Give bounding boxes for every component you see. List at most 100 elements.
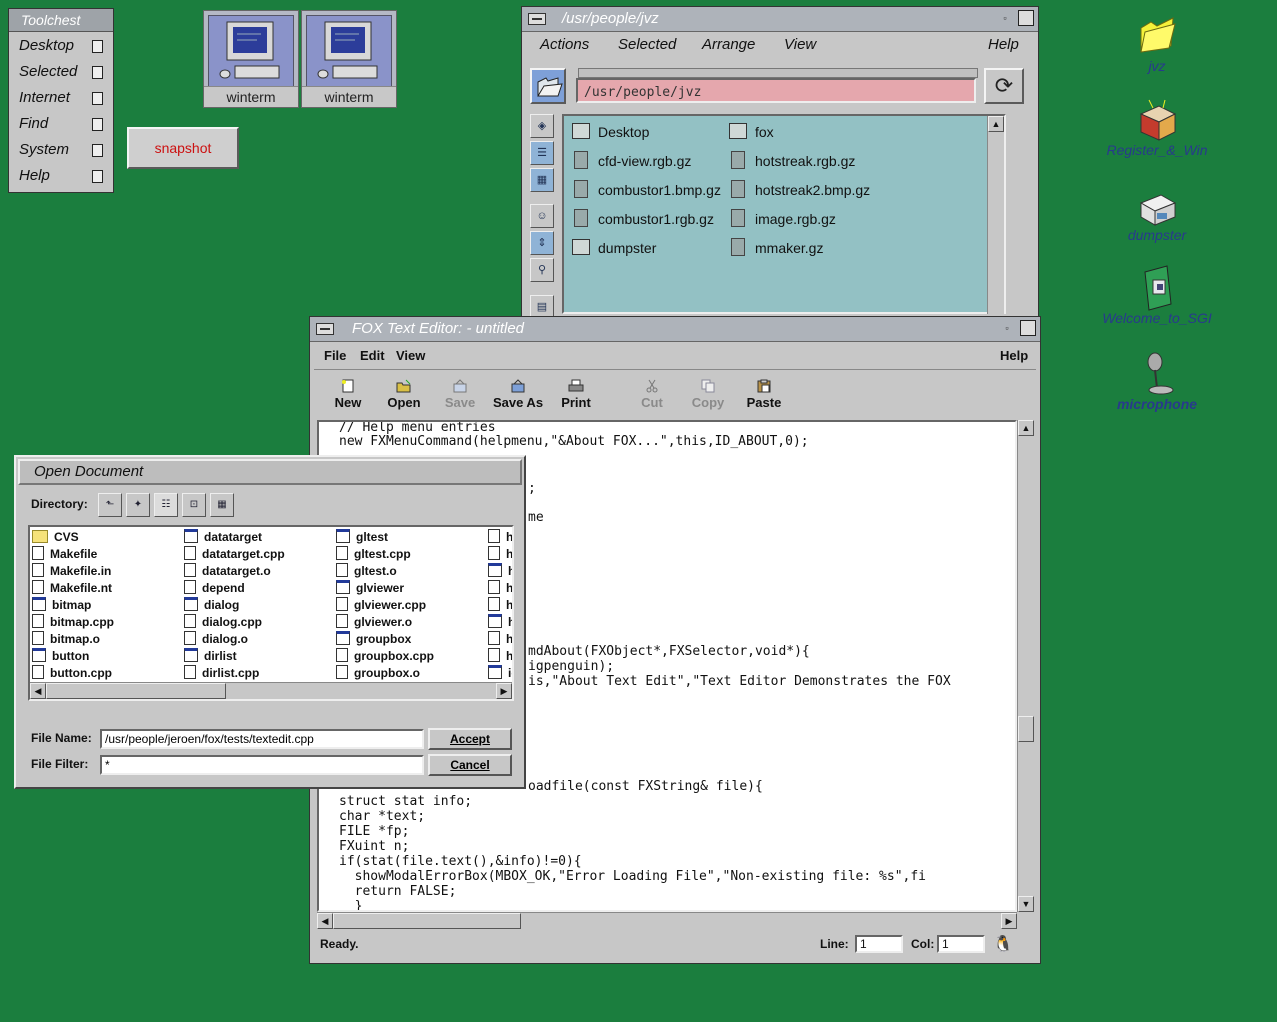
print-button[interactable]: Print: [548, 379, 604, 410]
menu-actions[interactable]: Actions: [540, 36, 589, 53]
scroll-left-icon[interactable]: ◀: [317, 913, 333, 929]
menu-view[interactable]: View: [396, 348, 425, 363]
scroll-up-icon[interactable]: ▲: [1018, 420, 1034, 436]
file-item[interactable]: gltest.cpp: [336, 546, 411, 563]
file-item[interactable]: he: [488, 529, 512, 546]
file-item[interactable]: he: [488, 648, 512, 665]
desktop-icon-dumpster[interactable]: dumpster: [1097, 181, 1217, 243]
file-item[interactable]: bitmap: [32, 597, 91, 614]
file-item[interactable]: dirlist: [184, 648, 237, 665]
winterm-launcher[interactable]: winterm: [301, 10, 397, 108]
file-item[interactable]: CVS: [32, 529, 79, 546]
minimize-icon[interactable]: ▫: [1000, 321, 1014, 335]
file-item[interactable]: button: [32, 648, 89, 665]
file-item[interactable]: mmaker.gz: [731, 238, 823, 258]
folder-up-icon[interactable]: ⬑: [98, 493, 122, 517]
cut-button[interactable]: Cut: [624, 379, 680, 410]
file-item[interactable]: gltest: [336, 529, 388, 546]
view-icon[interactable]: ◈: [530, 114, 554, 138]
file-item[interactable]: fox: [729, 122, 774, 142]
file-item[interactable]: gltest.o: [336, 563, 397, 580]
file-item[interactable]: combustor1.rgb.gz: [574, 209, 714, 229]
zoom-icon[interactable]: ⚲: [530, 258, 554, 282]
menu-help[interactable]: Help: [988, 36, 1019, 53]
file-item[interactable]: groupbox.cpp: [336, 648, 434, 665]
file-item[interactable]: datatarget: [184, 529, 262, 546]
menu-help[interactable]: Help: [1000, 348, 1028, 363]
toolchest-item-selected[interactable]: Selected: [11, 60, 111, 84]
line-field[interactable]: 1: [855, 935, 903, 953]
file-item[interactable]: ic: [488, 665, 512, 682]
horizontal-scrollbar[interactable]: ◀ ▶: [317, 912, 1017, 929]
file-filter-input[interactable]: *: [100, 755, 424, 775]
list-view-icon[interactable]: ☰: [530, 141, 554, 165]
file-item[interactable]: image.rgb.gz: [731, 209, 836, 229]
snapshot-button[interactable]: snapshot: [127, 127, 239, 169]
folder-open-icon[interactable]: [530, 68, 566, 104]
maximize-icon[interactable]: [1018, 10, 1034, 26]
file-item[interactable]: dumpster: [572, 238, 656, 258]
desktop-icon-microphone[interactable]: microphone: [1097, 350, 1217, 412]
menu-selected[interactable]: Selected: [618, 36, 676, 53]
file-item[interactable]: he: [488, 614, 512, 631]
toolchest-item-desktop[interactable]: Desktop: [11, 34, 111, 58]
save-button[interactable]: Save: [432, 379, 488, 410]
scroll-down-icon[interactable]: ▼: [1018, 896, 1034, 912]
maximize-icon[interactable]: [1020, 320, 1036, 336]
scroll-thumb[interactable]: [46, 683, 226, 699]
desktop-icon-jvz[interactable]: jvz: [1097, 12, 1217, 74]
minimize-icon[interactable]: ▫: [998, 11, 1012, 25]
file-item[interactable]: Desktop: [572, 122, 649, 142]
scroll-left-icon[interactable]: ◀: [30, 683, 46, 699]
file-item[interactable]: datatarget.cpp: [184, 546, 285, 563]
file-item[interactable]: he: [488, 546, 512, 563]
winterm-launcher[interactable]: winterm: [203, 10, 299, 108]
file-item[interactable]: groupbox: [336, 631, 411, 648]
file-item[interactable]: he: [488, 563, 512, 580]
window-menu-icon[interactable]: [528, 13, 546, 25]
file-item[interactable]: button.cpp: [32, 665, 112, 682]
small-icons-view-icon[interactable]: ☷: [154, 493, 178, 517]
face-icon[interactable]: ☺: [530, 204, 554, 228]
file-item[interactable]: combustor1.bmp.gz: [574, 180, 721, 200]
path-breadcrumb-bar[interactable]: [578, 68, 978, 78]
new-button[interactable]: New: [320, 379, 376, 410]
cancel-button[interactable]: Cancel: [428, 754, 512, 776]
file-item[interactable]: Makefile.nt: [32, 580, 112, 597]
menu-edit[interactable]: Edit: [360, 348, 385, 363]
file-item[interactable]: hotstreak2.bmp.gz: [731, 180, 870, 200]
file-item[interactable]: Makefile.in: [32, 563, 111, 580]
desktop-icon-register[interactable]: Register_&_Win: [1097, 96, 1217, 158]
resize-icon[interactable]: ⇕: [530, 231, 554, 255]
file-item[interactable]: groupbox.o: [336, 665, 420, 682]
scroll-thumb[interactable]: [333, 913, 521, 929]
file-item[interactable]: he: [488, 580, 512, 597]
save-as-button[interactable]: Save As: [488, 379, 548, 410]
scrollbar[interactable]: ▲: [987, 116, 1004, 314]
window-titlebar[interactable]: /usr/people/jvz ▫: [522, 7, 1038, 32]
horizontal-scrollbar[interactable]: ◀ ▶: [30, 682, 512, 699]
toolchest-item-help[interactable]: Help: [11, 164, 111, 188]
path-input[interactable]: /usr/people/jvz: [576, 78, 976, 103]
scroll-up-icon[interactable]: ▲: [988, 116, 1004, 132]
vertical-scrollbar[interactable]: ▲ ▼: [1017, 420, 1034, 912]
big-icons-view-icon[interactable]: ⊡: [182, 493, 206, 517]
column-view-icon[interactable]: ▦: [530, 168, 554, 192]
scroll-thumb[interactable]: [1018, 716, 1034, 742]
toolchest-item-system[interactable]: System: [11, 138, 111, 162]
scroll-right-icon[interactable]: ▶: [496, 683, 512, 699]
file-item[interactable]: glviewer: [336, 580, 404, 597]
col-field[interactable]: 1: [937, 935, 985, 953]
refresh-icon[interactable]: ⟳: [984, 68, 1024, 104]
file-item[interactable]: depend: [184, 580, 245, 597]
file-name-input[interactable]: /usr/people/jeroen/fox/tests/textedit.cp…: [100, 729, 424, 749]
accept-button[interactable]: Accept: [428, 728, 512, 750]
file-item[interactable]: glviewer.cpp: [336, 597, 426, 614]
file-item[interactable]: bitmap.o: [32, 631, 100, 648]
file-item[interactable]: Makefile: [32, 546, 97, 563]
toolchest-item-internet[interactable]: Internet: [11, 86, 111, 110]
copy-button[interactable]: Copy: [680, 379, 736, 410]
menu-view[interactable]: View: [784, 36, 816, 53]
open-button[interactable]: Open: [376, 379, 432, 410]
file-item[interactable]: he: [488, 597, 512, 614]
